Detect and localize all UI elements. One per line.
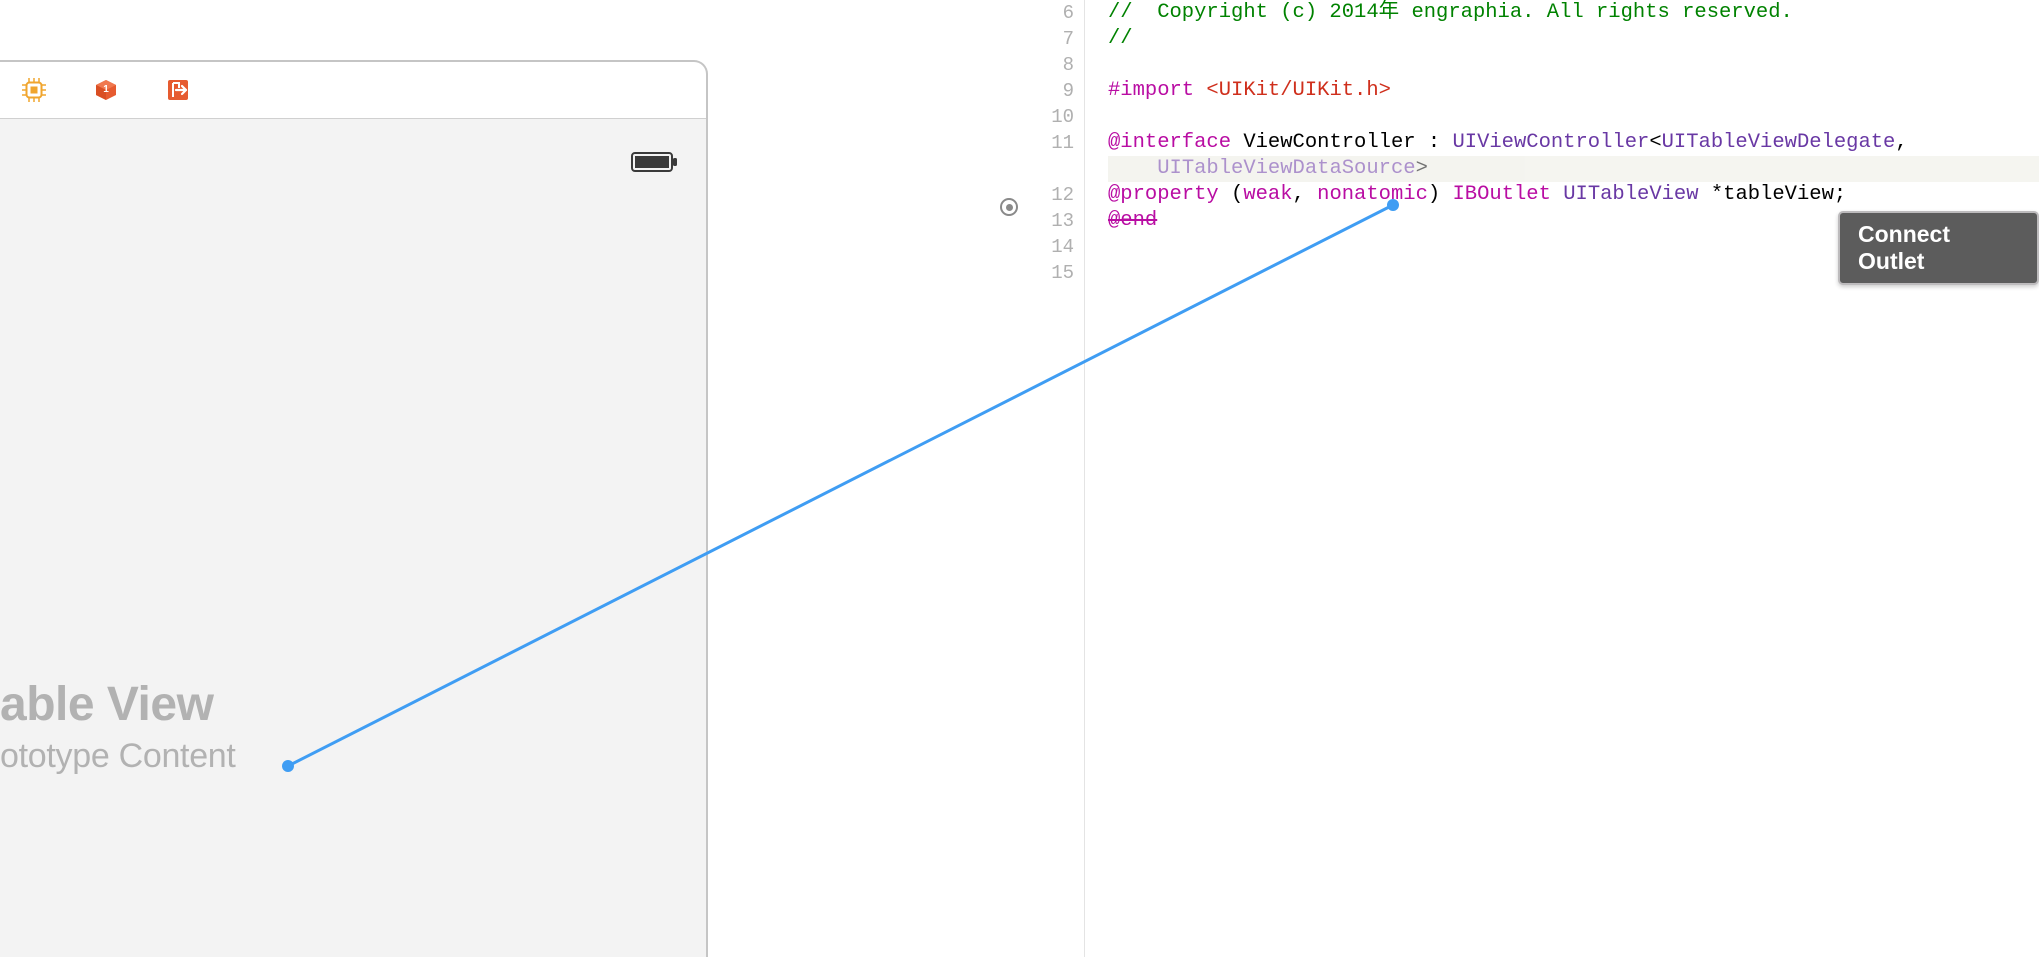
line-number: 10 [1020,104,1074,130]
line-number-gutter: 67891011 12131415 [1020,0,1085,957]
code-token [1108,156,1157,182]
code-line[interactable]: @interface ViewController : UIViewContro… [1108,130,2039,156]
line-number: 11 [1020,130,1074,156]
code-line[interactable]: UITableViewDataSource> [1108,156,2039,182]
code-token: IBOutlet [1452,182,1550,208]
code-token: UITableViewDelegate [1662,130,1896,156]
code-token: , [1895,130,1907,156]
code-line[interactable]: #import <UIKit/UIKit.h> [1108,78,2039,104]
code-line[interactable]: @property (weak, nonatomic) IBOutlet UIT… [1108,182,2039,208]
line-number [1020,156,1074,182]
code-token: UITableViewDataSource [1157,156,1415,182]
code-token: weak [1243,182,1292,208]
code-token: @interface [1108,130,1231,156]
code-line[interactable] [1108,104,2039,130]
chip-icon[interactable] [22,78,46,102]
battery-icon [631,151,679,173]
code-token: <UIKit/UIKit.h> [1206,78,1391,104]
code-token: UITableView [1563,182,1698,208]
line-number: 12 [1020,182,1074,208]
svg-text:1: 1 [103,84,109,95]
line-number: 8 [1020,52,1074,78]
code-token: *tableView; [1699,182,1847,208]
device-preview[interactable]: able View ototype Content [0,119,706,957]
code-token: // Copyright (c) 2014年 engraphia. All ri… [1108,0,1793,26]
interface-builder-canvas[interactable]: 1 able View ototype C [0,60,708,957]
line-number: 6 [1020,0,1074,26]
code-line[interactable]: // Copyright (c) 2014年 engraphia. All ri… [1108,0,2039,26]
placeholder-subtitle: ototype Content [0,738,236,775]
line-number: 13 [1020,208,1074,234]
code-token: @end [1108,208,1157,234]
source-editor[interactable]: 67891011 12131415 // Copyright (c) 2014年 … [1020,0,2039,957]
code-token: @property [1108,182,1219,208]
code-line[interactable]: // [1108,26,2039,52]
code-token: ( [1219,182,1244,208]
connect-outlet-tooltip: Connect Outlet [1838,211,2039,285]
outlet-connection-indicator[interactable] [1000,198,1018,216]
placeholder-title: able View [0,679,236,732]
xcode-assistant-editor: 1 able View ototype C [0,0,2039,957]
line-number: 9 [1020,78,1074,104]
line-number: 14 [1020,234,1074,260]
code-token: , [1293,182,1318,208]
code-token: UIViewController [1452,130,1649,156]
code-token: // [1108,26,1133,52]
code-token: ViewController : [1231,130,1452,156]
code-token: nonatomic [1317,182,1428,208]
tableview-placeholder[interactable]: able View ototype Content [0,679,236,775]
code-token [1551,182,1563,208]
exit-icon[interactable] [166,78,190,102]
code-token: < [1649,130,1661,156]
code-token: #import [1108,78,1206,104]
code-area[interactable]: // Copyright (c) 2014年 engraphia. All ri… [1086,0,2039,957]
code-token: > [1416,156,1428,182]
code-line[interactable] [1108,52,2039,78]
cube-icon[interactable]: 1 [94,78,118,102]
code-token: ) [1428,182,1453,208]
line-number: 7 [1020,26,1074,52]
line-number: 15 [1020,260,1074,286]
ib-toolbar: 1 [0,62,706,119]
